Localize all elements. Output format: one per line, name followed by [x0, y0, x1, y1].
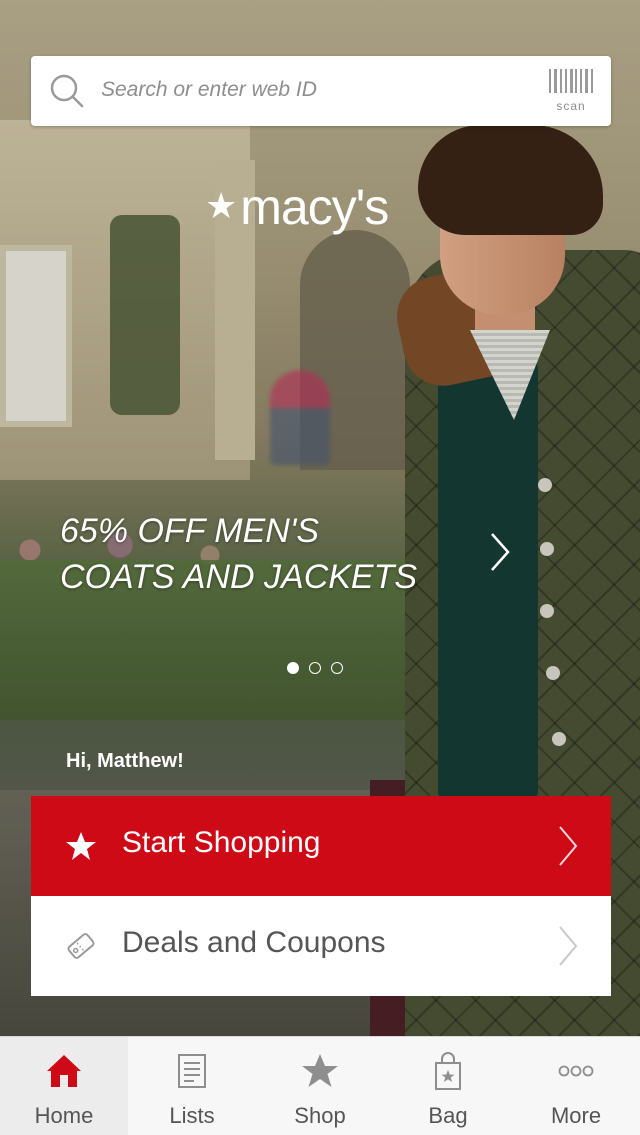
- carousel-dot[interactable]: [287, 662, 299, 674]
- tab-label: Bag: [428, 1103, 468, 1128]
- tab-home[interactable]: Home: [0, 1037, 128, 1135]
- search-icon: [50, 74, 84, 108]
- promo-headline[interactable]: 65% OFF MEN'S COATS AND JACKETS: [60, 508, 480, 600]
- tab-lists[interactable]: Lists: [128, 1037, 256, 1135]
- home-icon: [47, 1055, 81, 1087]
- bag-icon: [435, 1052, 461, 1090]
- carousel-dot[interactable]: [331, 662, 343, 674]
- search-bar[interactable]: Search or enter web ID scan: [31, 56, 611, 126]
- chevron-right-icon: [559, 826, 578, 866]
- tab-bar: Home Lists Shop Bag More: [0, 1036, 640, 1135]
- tab-label: Home: [34, 1103, 94, 1128]
- chevron-right-icon: [559, 926, 578, 966]
- promo-line-2: COATS AND JACKETS: [60, 558, 418, 596]
- deals-and-coupons-label: Deals and Coupons: [122, 926, 386, 959]
- deals-and-coupons-button[interactable]: Deals and Coupons: [31, 896, 611, 996]
- tab-shop[interactable]: Shop: [256, 1037, 384, 1135]
- next-slide-chevron-icon[interactable]: [488, 530, 512, 574]
- tab-label: Shop: [294, 1103, 346, 1128]
- promo-line-1: 65% OFF MEN'S: [60, 512, 320, 550]
- tab-label: More: [550, 1103, 602, 1128]
- lists-icon: [178, 1054, 206, 1088]
- start-shopping-label: Start Shopping: [122, 826, 321, 859]
- carousel-dot[interactable]: [309, 662, 321, 674]
- coupon-icon: [67, 933, 95, 959]
- scan-label: scan: [556, 99, 586, 113]
- start-shopping-button[interactable]: Start Shopping: [31, 796, 611, 896]
- star-icon: [66, 832, 96, 860]
- barcode-icon: [549, 69, 593, 99]
- carousel-dots[interactable]: [287, 662, 343, 674]
- tab-label: Lists: [169, 1103, 215, 1128]
- logo-wordmark: macy's: [240, 179, 389, 235]
- macys-logo: ★macy's: [205, 178, 445, 248]
- star-icon: [302, 1054, 338, 1087]
- user-greeting: Hi, Matthew!: [66, 750, 184, 772]
- tab-more[interactable]: More: [512, 1037, 640, 1135]
- scan-button[interactable]: scan: [549, 69, 593, 113]
- tab-bag[interactable]: Bag: [384, 1037, 512, 1135]
- search-input[interactable]: Search or enter web ID: [101, 78, 317, 102]
- more-icon: [558, 1065, 594, 1077]
- logo-star-icon: ★: [205, 185, 237, 226]
